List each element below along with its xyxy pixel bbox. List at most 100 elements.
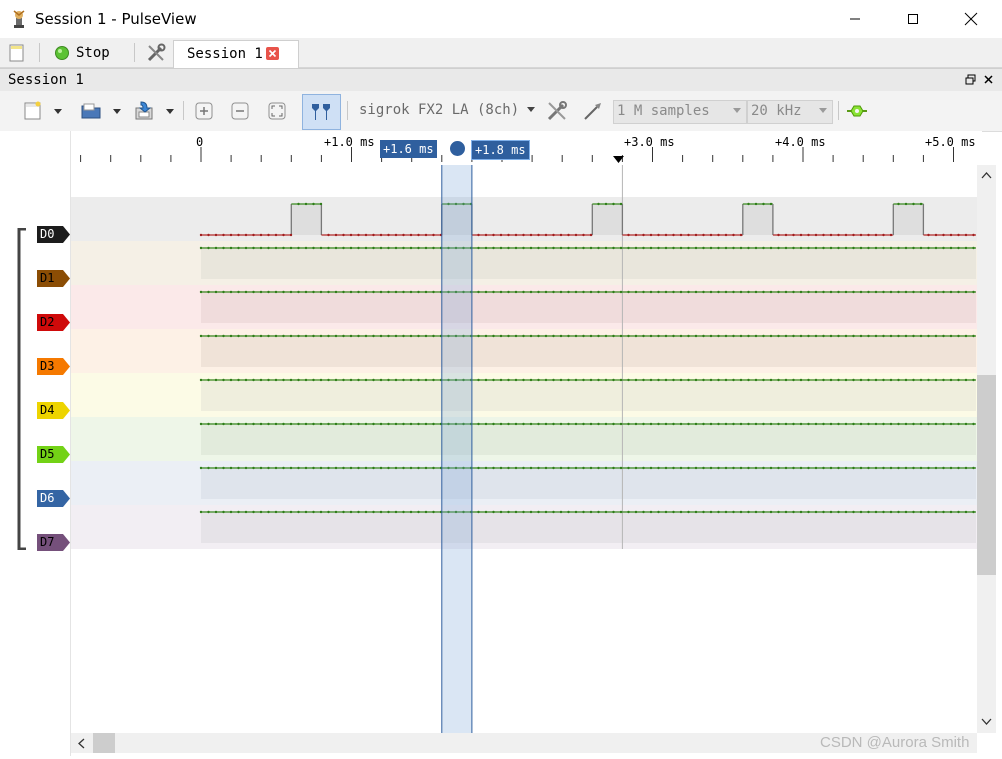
tab-close-button[interactable] bbox=[266, 47, 279, 60]
d0-high-fill bbox=[893, 204, 924, 235]
chevron-down-icon[interactable] bbox=[111, 100, 123, 122]
close-window-button[interactable] bbox=[942, 0, 1000, 38]
sample-dot bbox=[942, 510, 945, 514]
sample-dot bbox=[702, 422, 705, 426]
sample-dot bbox=[244, 378, 248, 382]
sample-dot bbox=[657, 422, 660, 426]
sample-dot bbox=[432, 422, 435, 426]
sample-dot bbox=[394, 290, 398, 294]
sample-dot bbox=[837, 510, 840, 514]
save-icon[interactable] bbox=[133, 100, 155, 122]
sample-dot bbox=[634, 334, 638, 338]
sample-dot bbox=[237, 233, 240, 237]
chevron-down-icon[interactable] bbox=[52, 100, 64, 122]
sample-dot bbox=[724, 466, 728, 470]
sample-dot bbox=[432, 246, 435, 250]
sample-dot bbox=[492, 246, 495, 250]
sample-dot bbox=[874, 466, 878, 470]
sample-dot bbox=[259, 510, 263, 514]
sample-dot bbox=[754, 246, 758, 250]
sample-dot bbox=[747, 466, 750, 470]
sample-dot bbox=[732, 290, 735, 294]
zoom-out-icon[interactable] bbox=[229, 100, 251, 122]
tab-session-1[interactable]: Session 1 bbox=[173, 40, 299, 68]
sample-count-selector[interactable]: 1 M samples bbox=[613, 100, 747, 124]
sample-dot bbox=[402, 510, 405, 514]
sample-dot bbox=[949, 422, 953, 426]
horizontal-scroll-thumb[interactable] bbox=[93, 733, 115, 753]
sample-dot bbox=[859, 334, 863, 338]
sample-dot bbox=[657, 246, 660, 250]
sample-dot bbox=[619, 422, 623, 426]
device-config-icon[interactable] bbox=[546, 100, 568, 122]
chevron-down-icon[interactable] bbox=[164, 100, 176, 122]
sample-dot bbox=[432, 510, 435, 514]
sample-dot bbox=[627, 466, 630, 470]
sample-dot bbox=[312, 246, 315, 250]
settings-button[interactable] bbox=[146, 41, 166, 64]
sample-dot bbox=[589, 290, 593, 294]
sample-dot bbox=[244, 422, 248, 426]
zoom-in-icon[interactable] bbox=[193, 100, 215, 122]
sample-dot bbox=[529, 334, 533, 338]
show-cursors-button[interactable] bbox=[302, 94, 341, 130]
float-dock-icon[interactable] bbox=[965, 74, 976, 85]
probe-icon[interactable] bbox=[582, 100, 604, 122]
minimize-button[interactable] bbox=[826, 0, 884, 38]
sample-dot bbox=[214, 466, 218, 470]
sample-dot bbox=[282, 246, 285, 250]
sample-dot bbox=[717, 334, 720, 338]
sample-dot bbox=[649, 246, 653, 250]
chevron-up-icon[interactable] bbox=[981, 171, 992, 179]
sample-dot bbox=[514, 466, 518, 470]
sample-dot bbox=[709, 422, 713, 426]
sample-dot bbox=[882, 422, 885, 426]
cursor-left-label[interactable]: +1.6 ms bbox=[380, 140, 437, 158]
sample-dot bbox=[679, 466, 683, 470]
sample-dot bbox=[199, 290, 203, 294]
chevron-left-icon[interactable] bbox=[77, 738, 85, 749]
run-stop-button[interactable]: Stop bbox=[54, 41, 110, 64]
trace-viewport[interactable] bbox=[71, 165, 977, 733]
sample-dot bbox=[477, 290, 480, 294]
trigger-marker-icon bbox=[613, 156, 624, 163]
chevron-down-icon[interactable] bbox=[981, 718, 992, 726]
vertical-scroll-thumb[interactable] bbox=[977, 375, 996, 575]
sample-dot bbox=[897, 334, 900, 338]
sample-dot bbox=[477, 466, 480, 470]
sample-dot bbox=[829, 233, 833, 237]
cursor-pair-handle[interactable] bbox=[450, 141, 465, 156]
close-dock-icon[interactable] bbox=[983, 74, 994, 85]
sample-dot bbox=[387, 233, 390, 237]
sample-dot bbox=[274, 510, 278, 514]
samplerate-selector[interactable]: 20 kHz bbox=[747, 100, 833, 124]
maximize-button[interactable] bbox=[884, 0, 942, 38]
cursor-right-label[interactable]: +1.8 ms bbox=[471, 140, 530, 160]
sample-dot bbox=[807, 510, 810, 514]
cursor-region[interactable] bbox=[441, 165, 472, 733]
sample-dot bbox=[522, 233, 525, 237]
sample-dot bbox=[949, 246, 953, 250]
sample-dot bbox=[747, 378, 750, 382]
sample-dot bbox=[687, 233, 690, 237]
sample-dot bbox=[709, 466, 713, 470]
sample-dot bbox=[679, 246, 683, 250]
new-view-icon[interactable] bbox=[22, 100, 44, 122]
sample-dot bbox=[604, 246, 608, 250]
sample-dot bbox=[822, 233, 825, 237]
vertical-scrollbar[interactable] bbox=[977, 165, 996, 733]
sample-dot bbox=[394, 334, 398, 338]
sample-dot bbox=[559, 233, 563, 237]
new-session-button[interactable] bbox=[8, 41, 26, 64]
open-folder-icon[interactable] bbox=[80, 100, 102, 122]
sample-dot bbox=[634, 246, 638, 250]
sample-dot bbox=[754, 290, 758, 294]
zoom-fit-icon[interactable] bbox=[266, 100, 288, 122]
sample-dot bbox=[784, 233, 788, 237]
sample-dot bbox=[732, 233, 735, 237]
add-decoder-icon[interactable] bbox=[846, 100, 868, 122]
sample-dot bbox=[912, 466, 915, 470]
sample-dot bbox=[777, 422, 780, 426]
sample-dot bbox=[432, 334, 435, 338]
device-selector[interactable]: sigrok FX2 LA (8ch) bbox=[358, 100, 538, 122]
